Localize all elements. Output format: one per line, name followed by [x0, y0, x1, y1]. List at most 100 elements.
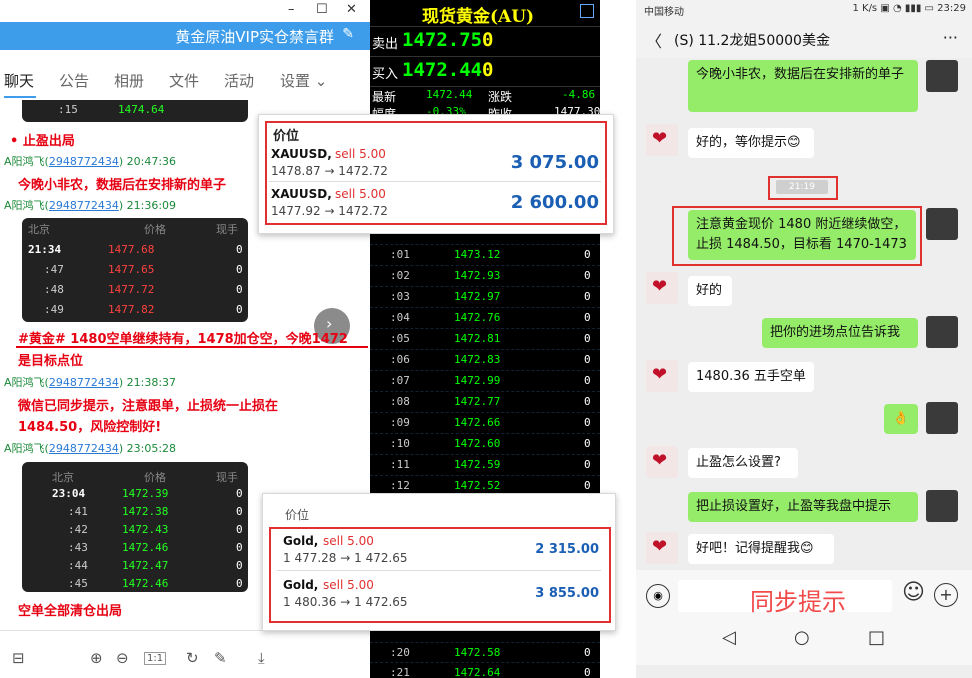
tick-time: :15 [58, 103, 78, 116]
sender-id-link[interactable]: 2948772434 [49, 155, 119, 168]
tick-list[interactable]: :01 1473.12 0 :02 1472.93 0 :03 1472.97 0 :04 1… [370, 244, 600, 500]
popup-header: 价位 [273, 129, 300, 144]
quote-image-2[interactable]: 北京 价格 现手 21:34 1477.68 0 :47 1477.65 0 :… [22, 218, 248, 322]
msg-text: #黄金# 1480空单继续持有，1478加仓空，今晚1472 [18, 332, 348, 347]
message-bubble-received[interactable]: 止盈怎么设置? [688, 448, 798, 478]
download-icon[interactable]: ⤓ [258, 649, 265, 667]
tab-album[interactable]: 相册 [114, 70, 144, 91]
window-icon[interactable] [580, 4, 594, 18]
tab-files[interactable]: 文件 [169, 70, 199, 91]
tick-price: 1472.46 [122, 541, 169, 554]
avatar[interactable] [926, 316, 958, 348]
position-row[interactable]: Gold, sell 5.00 1 480.36 → 1 472.65 3 85… [277, 576, 601, 614]
edit-icon[interactable]: ✎ [214, 649, 227, 667]
position-prices: 1 477.28 → 1 472.65 [283, 551, 408, 565]
quote-image-3[interactable]: 北京 价格 现手 23:04 1472.39 0 :41 1472.38 0 :… [22, 462, 248, 592]
hearts-icon: ❤ [652, 128, 668, 149]
timestamp: 21:38:37 [126, 376, 177, 389]
avatar[interactable] [926, 490, 958, 522]
nav-home-icon[interactable]: ○ [794, 627, 810, 648]
tick-price: 1472.97 [454, 290, 501, 303]
msg-text: 1484.50，风险控制好! [18, 420, 162, 435]
tab-chat[interactable]: 聊天 [4, 70, 34, 91]
tick-price: 1477.82 [108, 303, 155, 316]
emoji-icon[interactable]: ☺ [902, 580, 925, 605]
rotate-icon[interactable]: ↻ [186, 649, 199, 667]
avatar[interactable]: ❤ [646, 532, 678, 564]
status-icons: 1 K/s ▣ ◔ ▮▮▮ ▭ 23:29 [852, 3, 966, 14]
tick-price: 1477.72 [108, 283, 155, 296]
position-symbol: Gold, [283, 534, 319, 548]
message-bubble-sent[interactable]: 把止损设置好，止盈等我盘中提示 [688, 492, 918, 522]
sender-id-link[interactable]: 2948772434 [49, 199, 119, 212]
avatar[interactable] [926, 402, 958, 434]
msg-text: 空单全部清仓出局 [18, 604, 123, 619]
tab-activity[interactable]: 活动 [224, 70, 254, 91]
sell-volume: 0 [482, 29, 494, 51]
more-icon[interactable]: ··· [943, 28, 958, 47]
zoom-out-icon[interactable]: ⊖ [116, 649, 129, 667]
tick-price: 1472.46 [122, 577, 169, 590]
message-bubble-received[interactable]: 好的，等你提示😊 [688, 128, 814, 158]
layout-icon[interactable]: ⊟ [12, 649, 25, 667]
overlay-sync-text: 同步提示 [750, 588, 846, 616]
position-row[interactable]: Gold, sell 5.00 1 477.28 → 1 472.65 2 31… [277, 532, 601, 571]
message-bubble-sent[interactable]: 今晚小非农，数据后在安排新的单子 [688, 60, 918, 112]
position-row[interactable]: XAUUSD, sell 5.00 1478.87 → 1472.72 3 07… [269, 145, 601, 182]
tick-time: :07 [390, 374, 410, 387]
close-button[interactable]: ✕ [346, 2, 357, 17]
position-prices: 1477.92 → 1472.72 [271, 204, 388, 218]
maximize-button[interactable]: ☐ [316, 2, 328, 17]
tick-row: :06 1472.83 0 [370, 349, 600, 371]
nav-back-icon[interactable]: ◁ [722, 627, 736, 648]
message-bubble-sent[interactable]: 把你的进场点位告诉我 [762, 318, 918, 348]
col-header: 北京 [28, 223, 50, 236]
sender-meta: A阳鸿飞(2948772434) 20:47:36 [4, 155, 177, 168]
group-header: 黄金原油VIP实仓禁言群 ✎ [0, 22, 370, 50]
change-label: 涨跌 [488, 90, 513, 104]
tab-announcement[interactable]: 公告 [59, 70, 89, 91]
voice-icon[interactable]: ◉ [646, 584, 670, 608]
avatar[interactable]: ❤ [646, 446, 678, 478]
avatar[interactable]: ❤ [646, 272, 678, 304]
tick-price: 1472.99 [454, 374, 501, 387]
timestamp: 21:36:09 [126, 199, 177, 212]
buy-row: 买入 1472.44 0 [370, 56, 600, 85]
sender-name: A阳鸿飞 [4, 442, 45, 455]
minimize-button[interactable]: – [288, 2, 295, 17]
terminal-header: 现货黄金(AU) [370, 0, 600, 27]
tick-row: :21 1472.64 0 [370, 662, 600, 678]
zoom-in-icon[interactable]: ⊕ [90, 649, 103, 667]
avatar[interactable]: ❤ [646, 360, 678, 392]
tick-time: :03 [390, 290, 410, 303]
nav-recent-icon[interactable]: □ [868, 627, 885, 648]
quote-image-1[interactable]: :15 1474.64 [22, 100, 248, 122]
avatar[interactable] [926, 208, 958, 240]
edit-icon[interactable]: ✎ [342, 26, 354, 42]
tab-settings[interactable]: 设置 ⌄ [280, 70, 327, 91]
col-header: 北京 [52, 471, 74, 484]
back-icon[interactable]: 〈 [646, 28, 662, 52]
message-bubble-received[interactable]: 1480.36 五手空单 [688, 362, 814, 392]
tick-time: :08 [390, 395, 410, 408]
sender-id-link[interactable]: 2948772434 [49, 442, 119, 455]
tick-price: 1472.47 [122, 559, 169, 572]
plus-icon[interactable]: + [934, 583, 958, 607]
tick-volume: 0 [584, 437, 591, 450]
sender-meta: A阳鸿飞(2948772434) 21:36:09 [4, 199, 177, 212]
message-bubble-received[interactable]: 好吧！记得提醒我😊 [688, 534, 834, 564]
message-bubble-received[interactable]: 好的 [688, 276, 732, 306]
sender-id-link[interactable]: 2948772434 [49, 376, 119, 389]
position-profit: 3 855.00 [535, 586, 599, 601]
avatar[interactable] [926, 60, 958, 92]
actual-size-icon[interactable]: 1:1 [144, 652, 167, 665]
position-row[interactable]: XAUUSD, sell 5.00 1477.92 → 1472.72 2 60… [269, 185, 601, 221]
tick-row: :03 1472.97 0 [370, 286, 600, 308]
message-bubble-sent[interactable]: 注意黄金现价 1480 附近继续做空，止损 1484.50，目标看 1470-1… [688, 210, 916, 260]
avatar[interactable]: ❤ [646, 124, 678, 156]
tick-price: 1473.12 [454, 248, 501, 261]
message-bubble-sent[interactable]: 👌 [884, 404, 918, 434]
message-input[interactable]: 同步提示 [678, 580, 892, 616]
tick-list-bottom[interactable]: :20 1472.58 0 :21 1472.64 0 [370, 636, 600, 678]
tick-price: 1477.68 [108, 243, 155, 256]
